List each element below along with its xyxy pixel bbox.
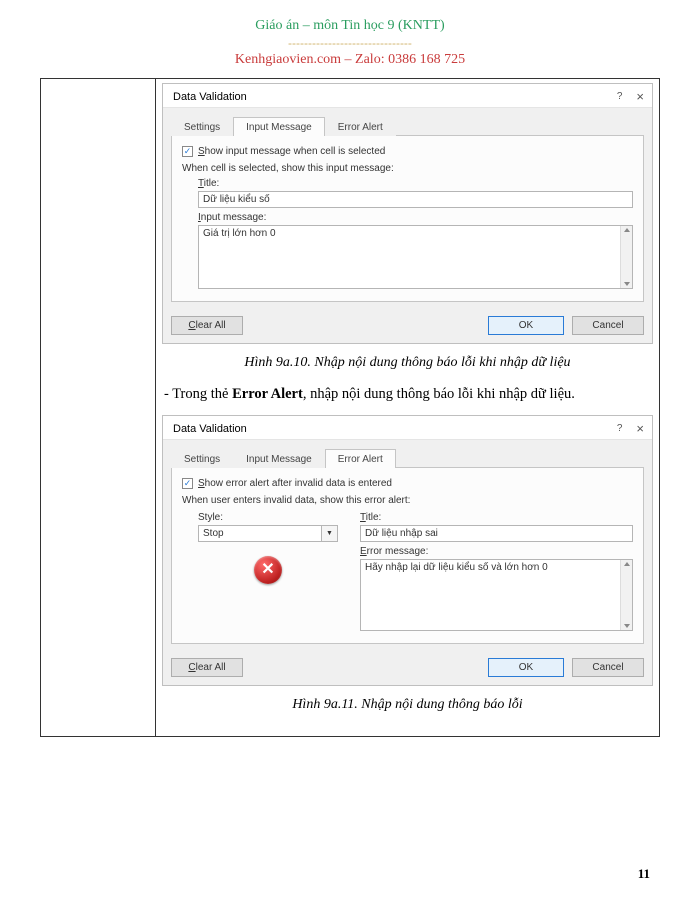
dialog-buttons: Clear All OK Cancel — [163, 652, 652, 685]
scrollbar-vertical[interactable] — [620, 560, 632, 630]
body-paragraph: - Trong thẻ Error Alert, nhập nội dung t… — [164, 382, 651, 407]
content-table: Data Validation ? × Settings Input Messa… — [40, 78, 660, 737]
panel-subtext: When user enters invalid data, show this… — [182, 495, 633, 506]
dialog-titlebar: Data Validation ? × — [163, 84, 652, 108]
dialog-title-text: Data Validation — [173, 423, 247, 435]
tab-input-message[interactable]: Input Message — [233, 449, 325, 468]
ok-button[interactable]: OK — [488, 316, 564, 335]
style-label: Style: — [198, 512, 338, 523]
cancel-button[interactable]: Cancel — [572, 316, 644, 335]
tab-error-alert[interactable]: Error Alert — [325, 449, 396, 468]
doc-divider: ------------------------------- — [40, 36, 660, 50]
tab-settings[interactable]: Settings — [171, 449, 233, 468]
dialog-panel: Show input message when cell is selected… — [171, 136, 644, 302]
tabset: Settings Input Message Error Alert — [171, 448, 644, 468]
style-select[interactable]: Stop ▼ — [198, 525, 338, 542]
clear-all-button[interactable]: Clear All — [171, 658, 243, 677]
ok-button[interactable]: OK — [488, 658, 564, 677]
title-input[interactable]: Dữ liệu kiểu số — [198, 191, 633, 208]
clear-all-button[interactable]: Clear All — [171, 316, 243, 335]
checkbox-label: Show error alert after invalid data is e… — [198, 478, 392, 489]
help-icon[interactable]: ? — [617, 91, 623, 102]
tab-error-alert[interactable]: Error Alert — [325, 117, 396, 136]
document-header: Giáo án – môn Tin học 9 (KNTT) ---------… — [40, 18, 660, 68]
error-message-textarea[interactable]: Hãy nhập lại dữ liệu kiểu số và lớn hơn … — [360, 559, 633, 631]
tabset: Settings Input Message Error Alert — [171, 116, 644, 136]
style-select-value: Stop — [198, 525, 322, 542]
input-message-label: Input message: — [198, 212, 633, 223]
panel-subtext: When cell is selected, show this input m… — [182, 163, 633, 174]
title-label: Title: — [360, 512, 633, 523]
show-input-message-checkbox[interactable] — [182, 146, 193, 157]
title-input[interactable]: Dữ liệu nhập sai — [360, 525, 633, 542]
page-number: 11 — [638, 866, 650, 882]
scrollbar-vertical[interactable] — [620, 226, 632, 288]
dialog-titlebar: Data Validation ? × — [163, 416, 652, 440]
show-error-alert-checkbox[interactable] — [182, 478, 193, 489]
title-label: Title: — [198, 178, 633, 189]
figure-caption-9a10: Hình 9a.10. Nhập nội dung thông báo lỗi … — [162, 352, 653, 374]
doc-title: Giáo án – môn Tin học 9 (KNTT) — [40, 18, 660, 34]
dialog-buttons: Clear All OK Cancel — [163, 310, 652, 343]
left-column-empty — [41, 79, 156, 737]
stop-error-icon: ✕ — [254, 556, 282, 584]
checkbox-label: Show input message when cell is selected — [198, 146, 385, 157]
data-validation-dialog-error-alert: Data Validation ? × Settings Input Messa… — [162, 415, 653, 686]
help-icon[interactable]: ? — [617, 423, 623, 434]
doc-subtitle: Kenhgiaovien.com – Zalo: 0386 168 725 — [40, 52, 660, 68]
chevron-down-icon[interactable]: ▼ — [322, 525, 338, 542]
error-message-label: Error message: — [360, 546, 633, 557]
right-column: Data Validation ? × Settings Input Messa… — [156, 79, 660, 737]
data-validation-dialog-input-message: Data Validation ? × Settings Input Messa… — [162, 83, 653, 344]
close-icon[interactable]: × — [636, 90, 644, 103]
close-icon[interactable]: × — [636, 422, 644, 435]
tab-settings[interactable]: Settings — [171, 117, 233, 136]
dialog-panel: Show error alert after invalid data is e… — [171, 468, 644, 644]
cancel-button[interactable]: Cancel — [572, 658, 644, 677]
input-message-textarea[interactable]: Giá trị lớn hơn 0 — [198, 225, 633, 289]
figure-caption-9a11: Hình 9a.11. Nhập nội dung thông báo lỗi — [162, 694, 653, 716]
tab-input-message[interactable]: Input Message — [233, 117, 325, 136]
dialog-title-text: Data Validation — [173, 91, 247, 103]
